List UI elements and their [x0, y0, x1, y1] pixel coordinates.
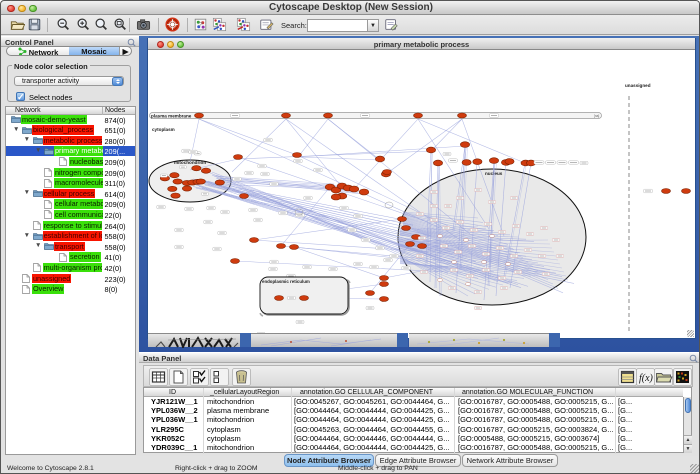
svg-text:endoplasmic reticulum: endoplasmic reticulum [262, 279, 310, 284]
svg-text:plasma membrane: plasma membrane [151, 114, 192, 119]
svg-text:f(x): f(x) [639, 373, 654, 384]
svg-text:cytoplasm: cytoplasm [152, 127, 175, 132]
svg-text:nucleus: nucleus [485, 171, 503, 176]
svg-text:unassigned: unassigned [625, 83, 651, 88]
svg-text:[na]: [na] [594, 114, 599, 118]
